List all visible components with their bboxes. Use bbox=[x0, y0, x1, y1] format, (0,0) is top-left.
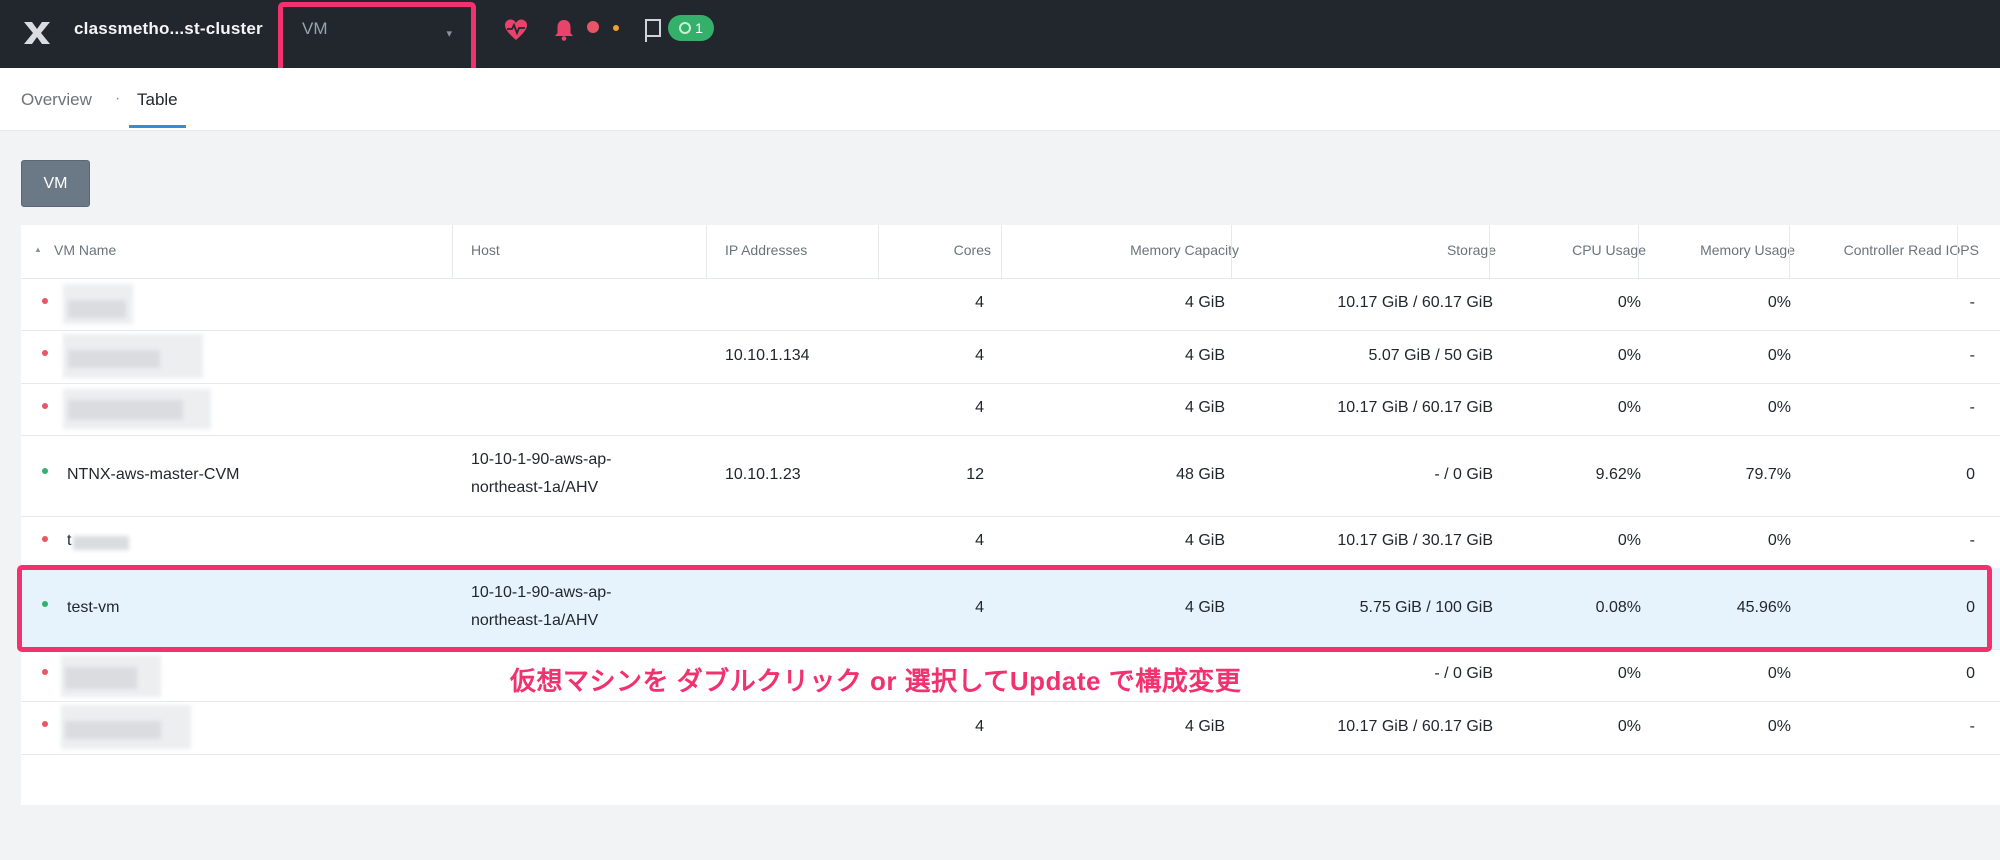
cell-iops: - bbox=[1969, 399, 1975, 416]
cell-storage: 10.17 GiB / 30.17 GiB bbox=[1337, 532, 1493, 549]
alert-bell-icon[interactable] bbox=[550, 16, 578, 44]
cell-memory: 4 GiB bbox=[1184, 532, 1225, 549]
active-tab-underline bbox=[129, 125, 186, 128]
tab-overview[interactable]: Overview bbox=[21, 90, 92, 110]
cell-memory-usage: 0% bbox=[1767, 665, 1791, 682]
table-row[interactable]: 10.10.1.134 4 4 GiB 5.07 GiB / 50 GiB 0%… bbox=[21, 330, 2000, 384]
redacted-vm-name bbox=[73, 536, 129, 550]
cell-host-line2: northeast-1a/AHV bbox=[471, 479, 599, 496]
cell-cores: 4 bbox=[975, 399, 984, 416]
cell-ip-address: 10.10.1.23 bbox=[725, 466, 801, 483]
cell-cores: 4 bbox=[975, 347, 984, 364]
tab-table[interactable]: Table bbox=[137, 90, 178, 110]
view-tabs: Overview · Table bbox=[0, 68, 2000, 131]
cell-storage: 10.17 GiB / 60.17 GiB bbox=[1337, 718, 1493, 735]
table-row[interactable]: 4 4 GiB 10.17 GiB / 60.17 GiB 0% 0% - bbox=[21, 383, 2000, 436]
warning-alert-indicator[interactable] bbox=[613, 25, 619, 31]
x-logo-icon[interactable] bbox=[20, 16, 54, 50]
cell-cores: 4 bbox=[975, 294, 984, 311]
cell-iops: - bbox=[1969, 532, 1975, 549]
vm-type-button[interactable]: VM bbox=[21, 160, 90, 207]
cell-ip-address: 10.10.1.134 bbox=[725, 347, 810, 364]
status-on-indicator bbox=[42, 468, 48, 474]
top-navigation-bar: classmetho...st-cluster VM ▾ 1 bbox=[0, 0, 2000, 74]
col-ip-addresses[interactable]: IP Addresses bbox=[725, 242, 807, 258]
selected-row-highlight-box bbox=[17, 565, 1992, 652]
col-vm-name[interactable]: VM Name bbox=[54, 242, 116, 258]
status-off-indicator bbox=[42, 721, 48, 727]
vm-table: ▲ VM Name Host IP Addresses Cores Memory… bbox=[21, 225, 2000, 805]
cell-memory-usage: 0% bbox=[1767, 399, 1791, 416]
cell-host-line1: 10-10-1-90-aws-ap- bbox=[471, 451, 612, 468]
cell-storage: 10.17 GiB / 60.17 GiB bbox=[1337, 294, 1493, 311]
cell-memory-usage: 0% bbox=[1767, 294, 1791, 311]
cell-memory-usage: 79.7% bbox=[1745, 466, 1791, 483]
cell-cpu-usage: 0% bbox=[1617, 399, 1641, 416]
cell-iops: 0 bbox=[1966, 665, 1975, 682]
dropdown-highlight-box bbox=[278, 2, 476, 74]
cell-cpu-usage: 0% bbox=[1617, 347, 1641, 364]
cell-iops: 0 bbox=[1966, 466, 1975, 483]
col-cores[interactable]: Cores bbox=[954, 242, 991, 258]
cell-storage: - / 0 GiB bbox=[1434, 466, 1493, 483]
cell-vm-name[interactable]: t bbox=[67, 532, 71, 550]
table-row[interactable]: NTNX-aws-master-CVM 10-10-1-90-aws-ap- n… bbox=[21, 435, 2000, 517]
status-off-indicator bbox=[42, 536, 48, 542]
spinner-icon bbox=[679, 22, 692, 34]
cell-memory: 48 GiB bbox=[1176, 466, 1225, 483]
table-row[interactable]: t 4 4 GiB 10.17 GiB / 30.17 GiB 0% 0% - bbox=[21, 516, 2000, 569]
task-count: 1 bbox=[695, 20, 703, 36]
status-off-indicator bbox=[42, 403, 48, 409]
cell-memory-usage: 0% bbox=[1767, 347, 1791, 364]
status-off-indicator bbox=[42, 298, 48, 304]
running-tasks-badge[interactable]: 1 bbox=[668, 15, 714, 41]
cell-memory: 4 GiB bbox=[1184, 294, 1225, 311]
col-controller-read-iops[interactable]: Controller Read IOPS bbox=[1844, 242, 1979, 258]
critical-alert-indicator[interactable] bbox=[587, 21, 599, 33]
redacted-vm-name bbox=[65, 667, 137, 689]
tab-separator: · bbox=[115, 90, 121, 107]
cell-memory: 4 GiB bbox=[1184, 399, 1225, 416]
status-off-indicator bbox=[42, 350, 48, 356]
redacted-vm-name bbox=[68, 300, 126, 318]
cell-storage: 10.17 GiB / 60.17 GiB bbox=[1337, 399, 1493, 416]
cell-storage: 5.07 GiB / 50 GiB bbox=[1368, 347, 1493, 364]
task-flag-icon[interactable] bbox=[643, 18, 665, 44]
redacted-vm-name bbox=[68, 400, 183, 420]
cell-cpu-usage: 0% bbox=[1617, 665, 1641, 682]
sort-asc-icon[interactable]: ▲ bbox=[34, 245, 42, 254]
col-host[interactable]: Host bbox=[471, 242, 500, 258]
cell-cores: 4 bbox=[975, 532, 984, 549]
cell-iops: - bbox=[1969, 294, 1975, 311]
health-heart-icon[interactable] bbox=[502, 16, 530, 44]
instruction-annotation: 仮想マシンを ダブルクリック or 選択してUpdate で構成変更 bbox=[510, 666, 1242, 696]
cell-iops: - bbox=[1969, 347, 1975, 364]
cell-cpu-usage: 0% bbox=[1617, 718, 1641, 735]
redacted-vm-name bbox=[68, 350, 160, 368]
table-row[interactable]: 4 4 GiB 10.17 GiB / 60.17 GiB 0% 0% - bbox=[21, 278, 2000, 331]
cluster-name[interactable]: classmetho...st-cluster bbox=[74, 19, 263, 39]
cell-cores: 12 bbox=[966, 466, 984, 483]
cell-memory-usage: 0% bbox=[1767, 532, 1791, 549]
table-row[interactable]: 4 4 GiB 10.17 GiB / 60.17 GiB 0% 0% - bbox=[21, 701, 2000, 755]
col-memory-usage[interactable]: Memory Usage bbox=[1700, 242, 1795, 258]
cell-storage: - / 0 GiB bbox=[1434, 665, 1493, 682]
col-cpu-usage[interactable]: CPU Usage bbox=[1572, 242, 1646, 258]
cell-memory: 4 GiB bbox=[1184, 718, 1225, 735]
cell-cpu-usage: 0% bbox=[1617, 532, 1641, 549]
cell-cores: 4 bbox=[975, 718, 984, 735]
redacted-vm-name bbox=[65, 721, 161, 739]
status-off-indicator bbox=[42, 669, 48, 675]
cell-iops: - bbox=[1969, 718, 1975, 735]
cell-vm-name[interactable]: NTNX-aws-master-CVM bbox=[67, 466, 239, 484]
col-memory-capacity[interactable]: Memory Capacity bbox=[1130, 242, 1239, 258]
cell-memory: 4 GiB bbox=[1184, 347, 1225, 364]
cell-cpu-usage: 9.62% bbox=[1595, 466, 1641, 483]
table-header: ▲ VM Name Host IP Addresses Cores Memory… bbox=[21, 225, 2000, 279]
cell-cpu-usage: 0% bbox=[1617, 294, 1641, 311]
cell-memory-usage: 0% bbox=[1767, 718, 1791, 735]
